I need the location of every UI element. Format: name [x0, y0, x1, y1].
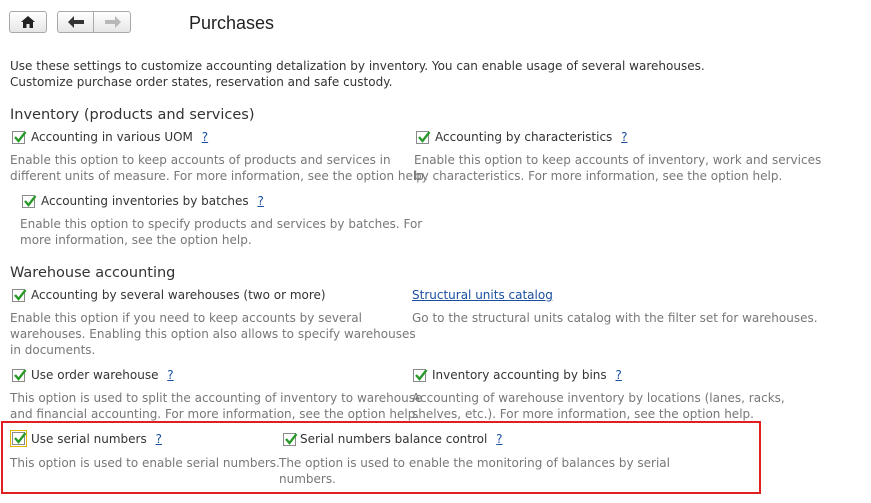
serial-numbers-description: This option is used to enable serial num… [10, 456, 280, 470]
batches-checkbox[interactable] [22, 195, 37, 208]
home-button[interactable] [9, 11, 47, 33]
uom-checkbox[interactable] [12, 131, 27, 144]
intro-line-1: Use these settings to customize accounti… [10, 59, 705, 73]
home-icon [21, 16, 35, 28]
order-warehouse-help-link[interactable]: ? [167, 368, 173, 382]
checkmark-icon [14, 289, 27, 301]
bins-description: Accounting of warehouse inventory by loc… [412, 391, 785, 421]
checkmark-icon [14, 369, 27, 381]
serial-balance-help-link[interactable]: ? [496, 432, 502, 446]
uom-label[interactable]: Accounting in various UOM ? [31, 130, 208, 144]
checkmark-icon [418, 131, 431, 143]
uom-help-link[interactable]: ? [202, 130, 208, 144]
characteristics-description: Enable this option to keep accounts of i… [414, 153, 822, 183]
forward-button[interactable] [93, 11, 131, 33]
checkmark-icon [14, 432, 27, 444]
uom-description: Enable this option to keep accounts of p… [10, 153, 428, 183]
page-title: Purchases [189, 13, 275, 33]
batches-label[interactable]: Accounting inventories by batches ? [41, 194, 264, 208]
structural-units-description: Go to the structural units catalog with … [412, 311, 818, 325]
serial-balance-description: The option is used to enable the monitor… [279, 456, 670, 486]
serial-numbers-checkbox[interactable] [10, 430, 27, 447]
serial-numbers-help-link[interactable]: ? [156, 432, 162, 446]
serial-numbers-label[interactable]: Use serial numbers ? [31, 432, 162, 446]
characteristics-checkbox[interactable] [416, 131, 431, 144]
arrow-right-icon [105, 16, 121, 28]
batches-description: Enable this option to specify products a… [20, 217, 423, 247]
checkmark-icon [24, 195, 37, 207]
order-warehouse-label[interactable]: Use order warehouse ? [31, 368, 174, 382]
serial-balance-checkbox[interactable] [283, 433, 298, 446]
order-warehouse-checkbox[interactable] [12, 369, 27, 382]
characteristics-label[interactable]: Accounting by characteristics ? [435, 130, 628, 144]
checkmark-icon [14, 131, 27, 143]
checkmark-icon [415, 369, 428, 381]
characteristics-help-link[interactable]: ? [621, 130, 627, 144]
back-button[interactable] [57, 11, 94, 33]
intro-text: Use these settings to customize accounti… [10, 58, 770, 90]
several-warehouses-description: Enable this option if you need to keep a… [10, 311, 416, 357]
structural-units-catalog-link[interactable]: Structural units catalog [412, 288, 553, 302]
bins-checkbox[interactable] [413, 369, 428, 382]
several-warehouses-checkbox[interactable] [12, 289, 27, 302]
checkmark-icon [285, 433, 298, 445]
intro-line-2: Customize purchase order states, reserva… [10, 75, 393, 89]
several-warehouses-label[interactable]: Accounting by several warehouses (two or… [31, 288, 326, 302]
order-warehouse-description: This option is used to split the account… [10, 391, 423, 421]
serial-balance-label[interactable]: Serial numbers balance control ? [300, 432, 503, 446]
inventory-section-heading: Inventory (products and services) [10, 107, 255, 123]
batches-help-link[interactable]: ? [258, 194, 264, 208]
arrow-left-icon [68, 16, 84, 28]
warehouse-section-heading: Warehouse accounting [10, 265, 176, 281]
bins-help-link[interactable]: ? [615, 368, 621, 382]
bins-label[interactable]: Inventory accounting by bins ? [432, 368, 622, 382]
